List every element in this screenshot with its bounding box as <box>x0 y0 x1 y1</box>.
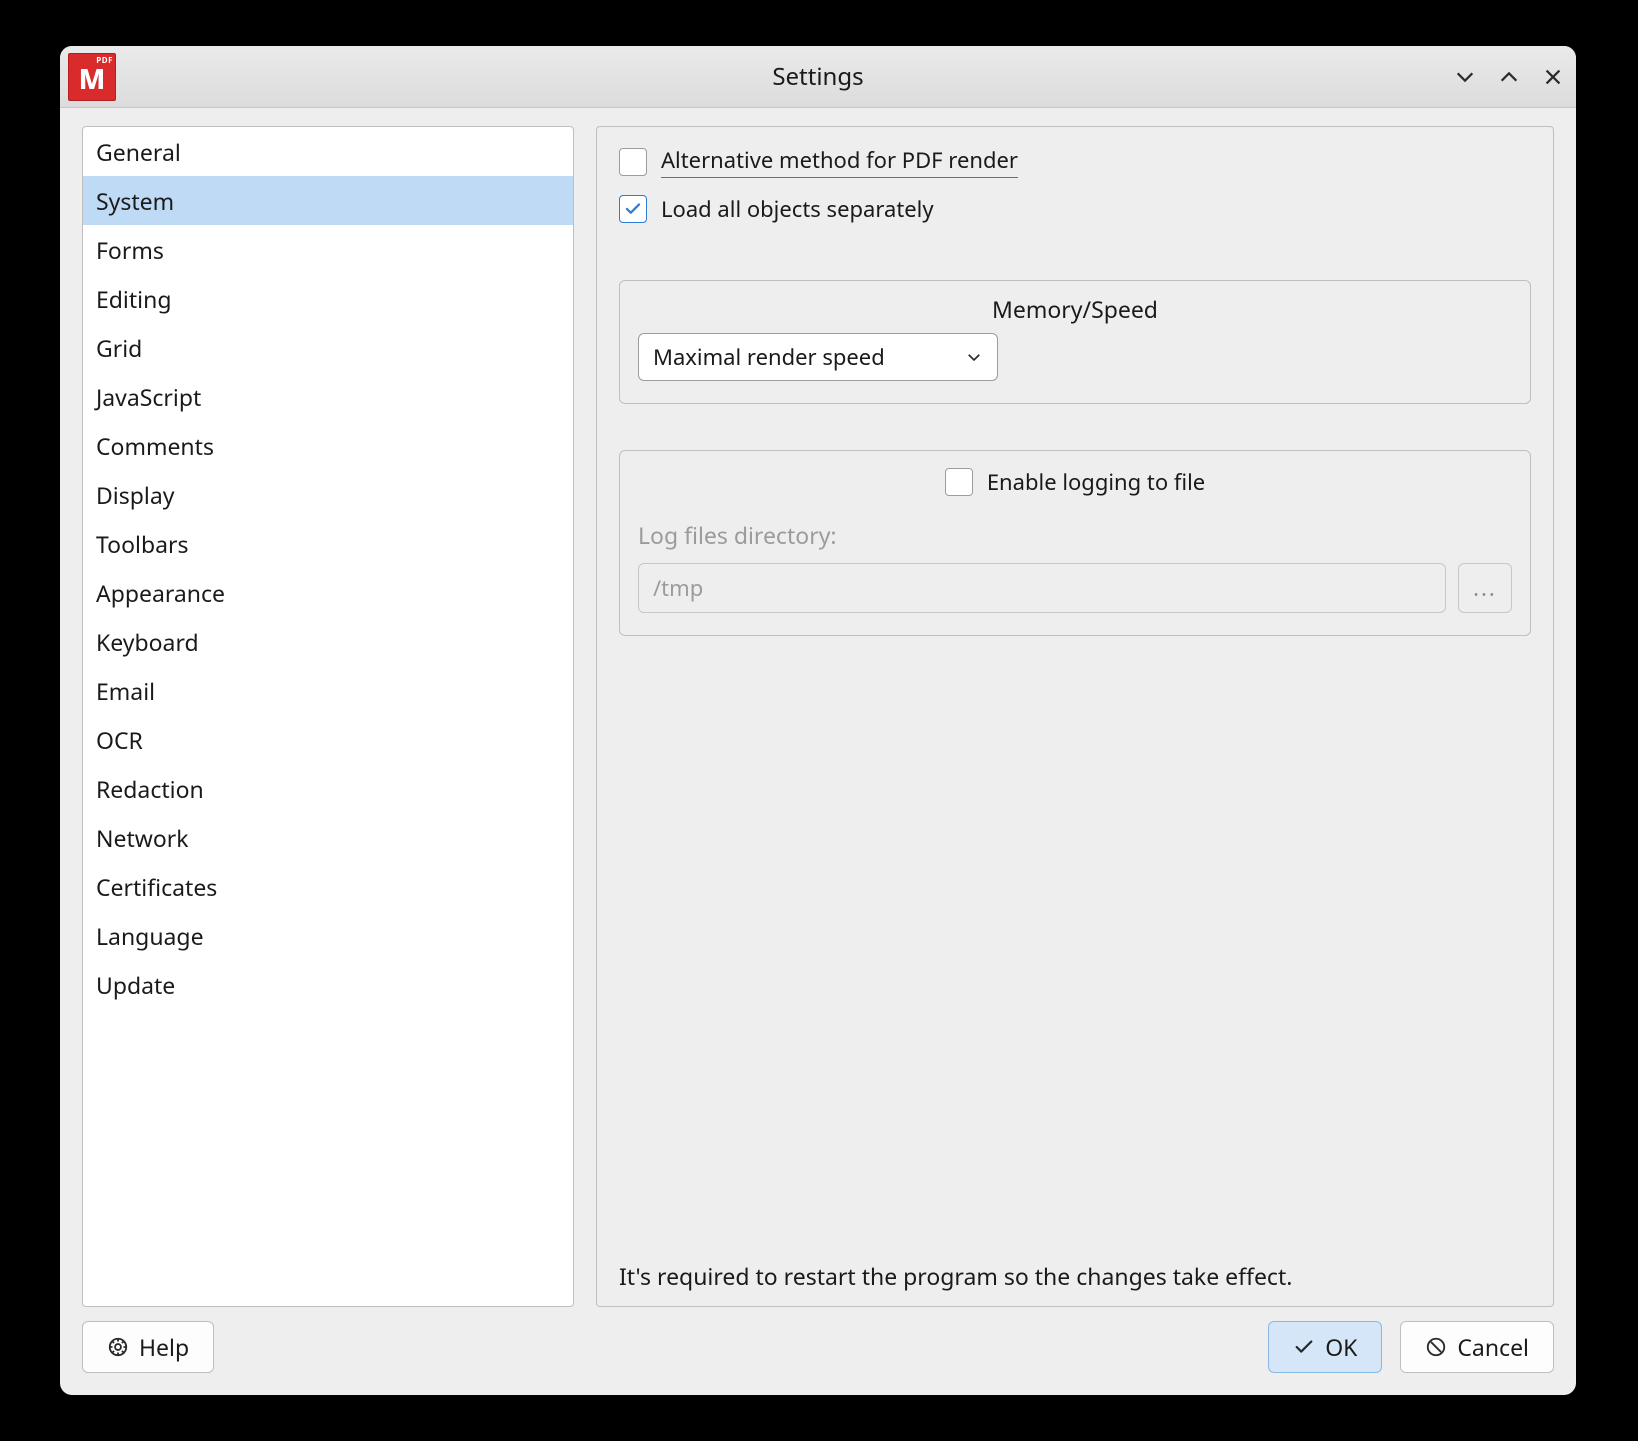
memory-speed-group: Memory/Speed Maximal render speed <box>619 280 1531 404</box>
settings-dialog: PDF M Settings GeneralSystemFormsEditing… <box>60 46 1576 1395</box>
log-dir-browse-button[interactable]: ... <box>1458 563 1512 613</box>
restart-note: It's required to restart the program so … <box>619 1240 1531 1292</box>
logging-group: Enable logging to file Log files directo… <box>619 450 1531 636</box>
render-speed-value: Maximal render speed <box>653 342 885 372</box>
load-separately-checkbox[interactable] <box>619 195 647 223</box>
cancel-label: Cancel <box>1457 1331 1529 1363</box>
chevron-up-icon <box>1498 66 1520 88</box>
enable-logging-row: Enable logging to file <box>638 467 1512 497</box>
sidebar-item-toolbars[interactable]: Toolbars <box>83 519 573 568</box>
chevron-down-icon <box>965 348 983 366</box>
category-list[interactable]: GeneralSystemFormsEditingGridJavaScriptC… <box>82 126 574 1307</box>
sidebar-item-appearance[interactable]: Appearance <box>83 568 573 617</box>
cancel-icon <box>1425 1336 1447 1358</box>
close-button[interactable] <box>1542 66 1564 88</box>
sidebar-item-grid[interactable]: Grid <box>83 323 573 372</box>
alt-render-label[interactable]: Alternative method for PDF render <box>661 145 1018 178</box>
enable-logging-label[interactable]: Enable logging to file <box>987 467 1205 497</box>
help-label: Help <box>139 1331 189 1363</box>
check-icon <box>624 200 642 218</box>
sidebar-item-network[interactable]: Network <box>83 813 573 862</box>
sidebar-item-email[interactable]: Email <box>83 666 573 715</box>
load-separately-label[interactable]: Load all objects separately <box>661 194 934 224</box>
close-icon <box>1542 66 1564 88</box>
sidebar-item-general[interactable]: General <box>83 127 573 176</box>
log-dir-input[interactable]: /tmp <box>638 563 1446 613</box>
titlebar: PDF M Settings <box>60 46 1576 108</box>
check-icon <box>1293 1336 1315 1358</box>
minimize-button[interactable] <box>1454 66 1476 88</box>
help-button[interactable]: Help <box>82 1321 214 1373</box>
settings-pane-system: Alternative method for PDF render Load a… <box>596 126 1554 1307</box>
sidebar-item-certificates[interactable]: Certificates <box>83 862 573 911</box>
memory-speed-title: Memory/Speed <box>620 293 1530 325</box>
log-dir-label: Log files directory: <box>638 519 1512 551</box>
window-buttons <box>1454 66 1564 88</box>
sidebar-item-keyboard[interactable]: Keyboard <box>83 617 573 666</box>
sidebar-item-update[interactable]: Update <box>83 960 573 1009</box>
dialog-body: GeneralSystemFormsEditingGridJavaScriptC… <box>60 108 1576 1307</box>
sidebar-item-javascript[interactable]: JavaScript <box>83 372 573 421</box>
app-icon: PDF M <box>68 53 116 101</box>
app-icon-glyph: M <box>79 65 106 93</box>
help-icon <box>107 1336 129 1358</box>
log-dir-row: /tmp ... <box>638 563 1512 613</box>
window-title: Settings <box>60 60 1576 93</box>
maximize-button[interactable] <box>1498 66 1520 88</box>
sidebar-item-redaction[interactable]: Redaction <box>83 764 573 813</box>
dialog-footer: Help OK Cancel <box>60 1307 1576 1395</box>
sidebar-item-comments[interactable]: Comments <box>83 421 573 470</box>
sidebar-item-forms[interactable]: Forms <box>83 225 573 274</box>
alt-render-checkbox[interactable] <box>619 148 647 176</box>
sidebar-item-editing[interactable]: Editing <box>83 274 573 323</box>
sidebar-item-display[interactable]: Display <box>83 470 573 519</box>
enable-logging-checkbox[interactable] <box>945 468 973 496</box>
sidebar-item-system[interactable]: System <box>83 176 573 225</box>
cancel-button[interactable]: Cancel <box>1400 1321 1554 1373</box>
sidebar-item-ocr[interactable]: OCR <box>83 715 573 764</box>
chevron-down-icon <box>1454 66 1476 88</box>
render-speed-select[interactable]: Maximal render speed <box>638 333 998 381</box>
sidebar-item-language[interactable]: Language <box>83 911 573 960</box>
ok-button[interactable]: OK <box>1268 1321 1382 1373</box>
ok-label: OK <box>1325 1331 1357 1363</box>
alt-render-row: Alternative method for PDF render <box>619 145 1531 178</box>
load-separately-row: Load all objects separately <box>619 194 1531 224</box>
